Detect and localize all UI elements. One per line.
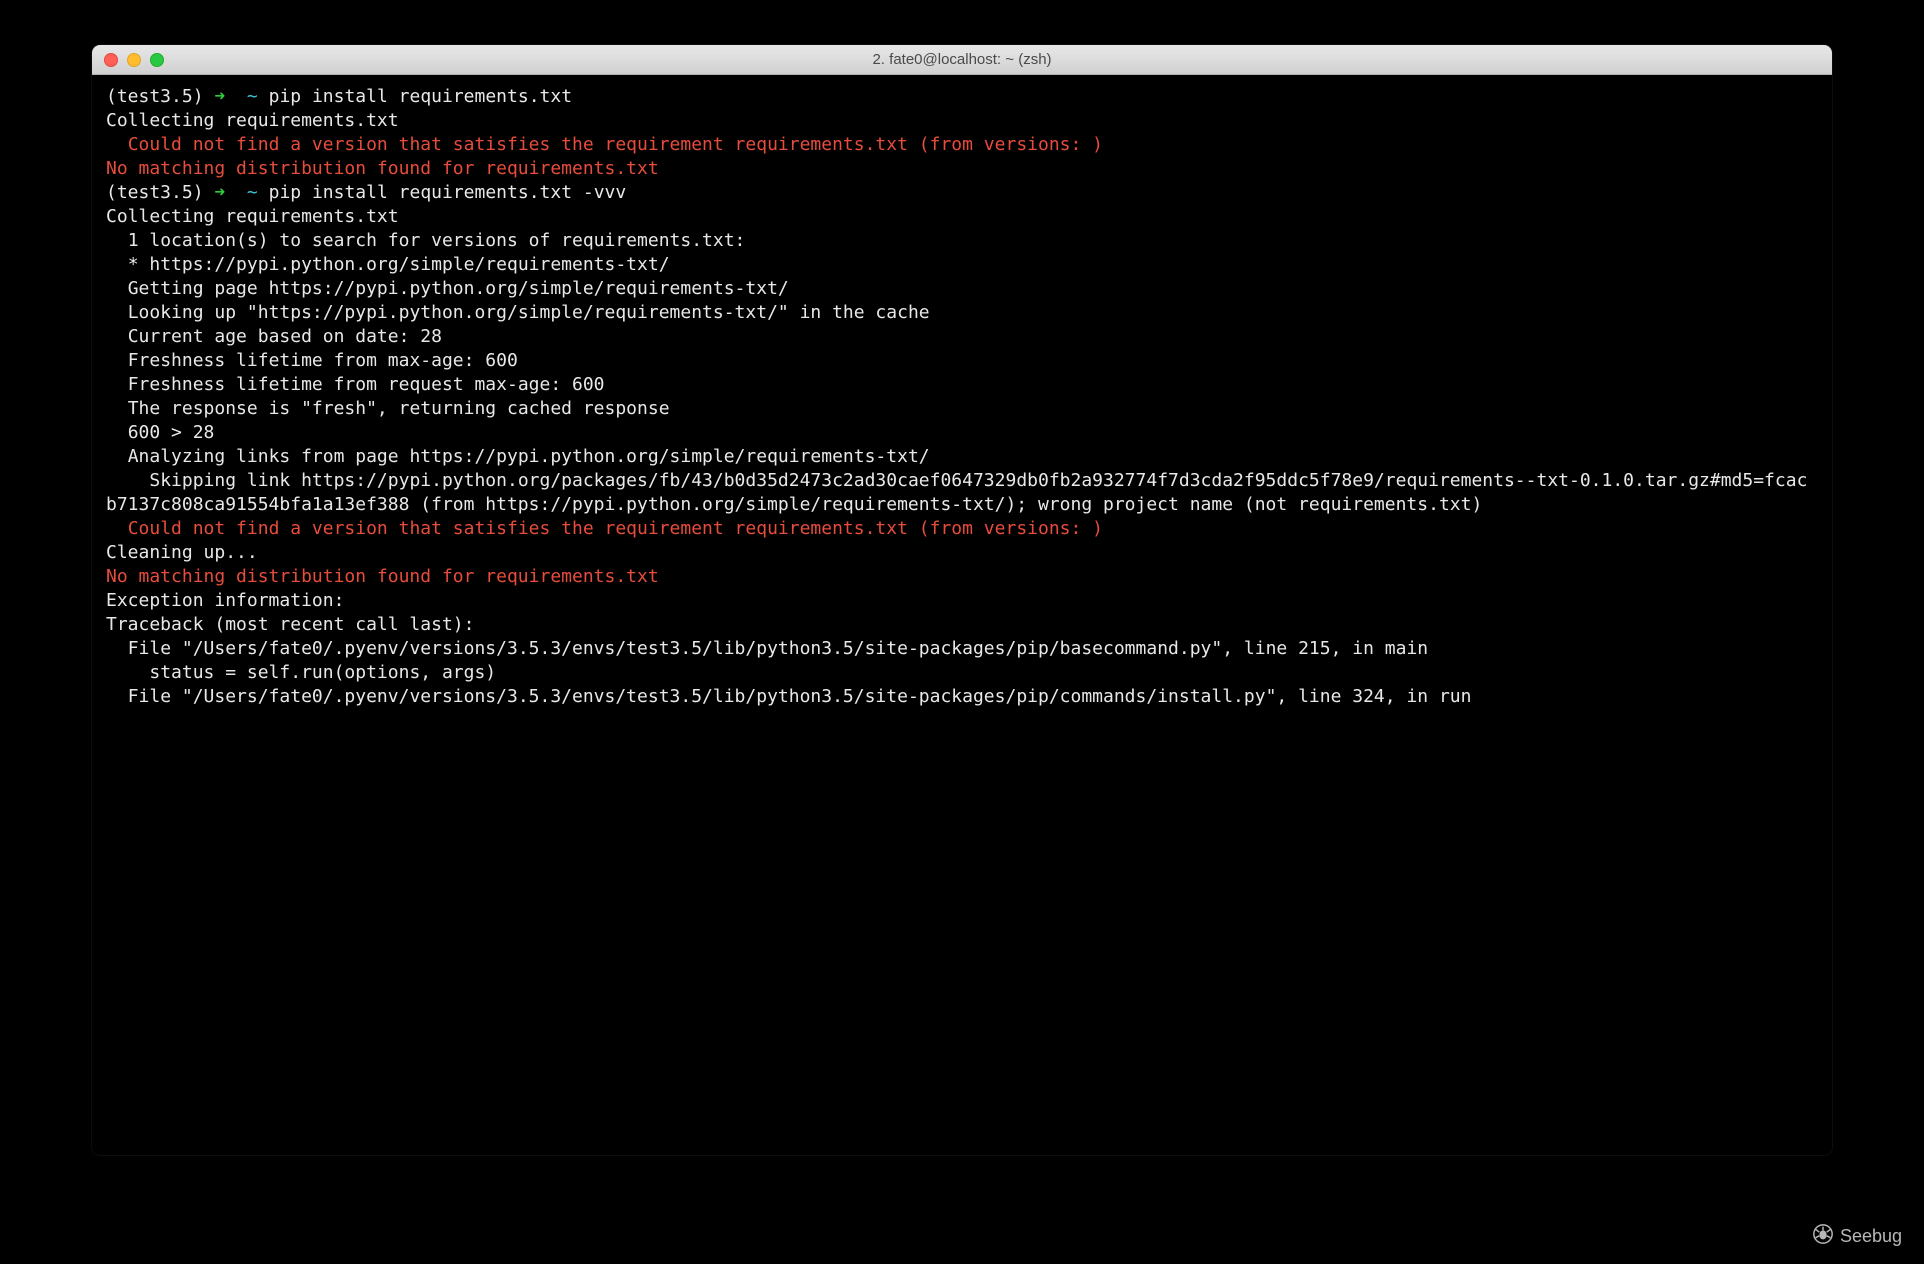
window-title: 2. fate0@localhost: ~ (zsh) bbox=[92, 51, 1832, 68]
output-line: Cleaning up... bbox=[106, 541, 1818, 565]
output-line: Analyzing links from page https://pypi.p… bbox=[106, 445, 1818, 469]
output-line: Freshness lifetime from max-age: 600 bbox=[106, 349, 1818, 373]
output-line: * https://pypi.python.org/simple/require… bbox=[106, 253, 1818, 277]
output-line: 600 > 28 bbox=[106, 421, 1818, 445]
prompt-line: (test3.5) ➜ ~ pip install requirements.t… bbox=[106, 85, 1818, 109]
terminal-body[interactable]: (test3.5) ➜ ~ pip install requirements.t… bbox=[92, 75, 1832, 1155]
output-line: Getting page https://pypi.python.org/sim… bbox=[106, 277, 1818, 301]
output-line: status = self.run(options, args) bbox=[106, 661, 1818, 685]
output-line: Traceback (most recent call last): bbox=[106, 613, 1818, 637]
output-line: The response is "fresh", returning cache… bbox=[106, 397, 1818, 421]
error-line: No matching distribution found for requi… bbox=[106, 565, 1818, 589]
watermark-text: Seebug bbox=[1840, 1226, 1902, 1247]
prompt-path: ~ bbox=[247, 182, 258, 203]
env-name: (test3.5) bbox=[106, 182, 204, 203]
seebug-icon bbox=[1812, 1223, 1834, 1250]
titlebar: 2. fate0@localhost: ~ (zsh) bbox=[92, 45, 1832, 75]
error-line: Could not find a version that satisfies … bbox=[106, 133, 1818, 157]
prompt-arrow: ➜ bbox=[214, 86, 225, 107]
error-line: Could not find a version that satisfies … bbox=[106, 517, 1818, 541]
output-line: File "/Users/fate0/.pyenv/versions/3.5.3… bbox=[106, 685, 1818, 709]
output-line: Looking up "https://pypi.python.org/simp… bbox=[106, 301, 1818, 325]
output-line: Collecting requirements.txt bbox=[106, 109, 1818, 133]
terminal-window: 2. fate0@localhost: ~ (zsh) (test3.5) ➜ … bbox=[92, 45, 1832, 1155]
output-line: Exception information: bbox=[106, 589, 1818, 613]
minimize-button[interactable] bbox=[127, 53, 141, 67]
prompt-arrow: ➜ bbox=[214, 182, 225, 203]
output-line: 1 location(s) to search for versions of … bbox=[106, 229, 1818, 253]
prompt-line: (test3.5) ➜ ~ pip install requirements.t… bbox=[106, 181, 1818, 205]
watermark: Seebug bbox=[1812, 1223, 1902, 1250]
env-name: (test3.5) bbox=[106, 86, 204, 107]
traffic-lights bbox=[104, 53, 164, 67]
command-text: pip install requirements.txt -vvv bbox=[269, 182, 627, 203]
output-line: Skipping link https://pypi.python.org/pa… bbox=[106, 469, 1818, 517]
output-line: Current age based on date: 28 bbox=[106, 325, 1818, 349]
output-line: File "/Users/fate0/.pyenv/versions/3.5.3… bbox=[106, 637, 1818, 661]
error-line: No matching distribution found for requi… bbox=[106, 157, 1818, 181]
output-line: Collecting requirements.txt bbox=[106, 205, 1818, 229]
output-line: Freshness lifetime from request max-age:… bbox=[106, 373, 1818, 397]
prompt-path: ~ bbox=[247, 86, 258, 107]
zoom-button[interactable] bbox=[150, 53, 164, 67]
close-button[interactable] bbox=[104, 53, 118, 67]
command-text: pip install requirements.txt bbox=[269, 86, 572, 107]
